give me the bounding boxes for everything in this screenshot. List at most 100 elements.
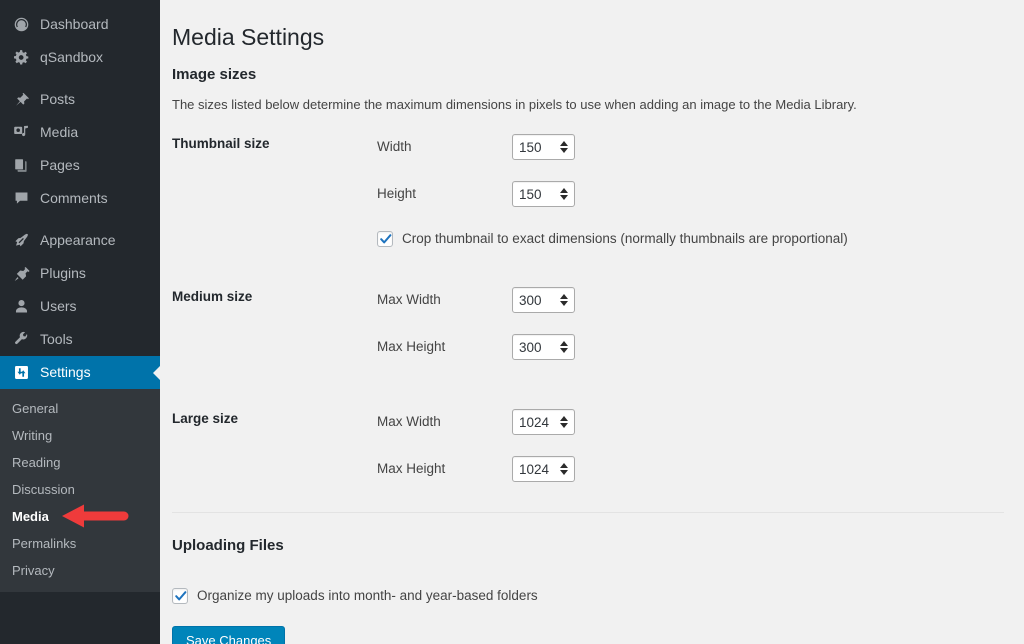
- sidebar-item-label: Comments: [40, 190, 108, 206]
- spinner-up-icon[interactable]: [560, 294, 568, 299]
- medium-max-width-spin-buttons[interactable]: [559, 288, 574, 312]
- wrench-icon: [10, 330, 32, 350]
- thumbnail-width-input[interactable]: [513, 139, 559, 155]
- sidebar-item-label: Dashboard: [40, 16, 109, 32]
- thumbnail-width-spin-buttons[interactable]: [559, 135, 574, 159]
- media-settings-content: Media Settings Image sizes The sizes lis…: [160, 0, 1024, 644]
- thumbnail-width-label: Width: [377, 139, 412, 154]
- sidebar-item-settings[interactable]: Settings: [0, 356, 160, 389]
- table-row: Medium size Max Width 300 Max Height 300: [172, 267, 1004, 379]
- section-divider: [172, 512, 1004, 513]
- medium-max-width-label: Max Width: [377, 292, 441, 307]
- sidebar-item-appearance[interactable]: Appearance: [0, 224, 160, 257]
- thumbnail-size-label: Thumbnail size: [172, 136, 270, 151]
- sidebar-item-pages[interactable]: Pages: [0, 149, 160, 182]
- large-max-width-input[interactable]: [513, 414, 559, 430]
- sidebar-item-users[interactable]: Users: [0, 290, 160, 323]
- large-max-height-label: Max Height: [377, 461, 446, 476]
- submenu-item-label: Privacy: [12, 563, 55, 578]
- crop-thumbnail-label: Crop thumbnail to exact dimensions (norm…: [402, 231, 848, 246]
- sidebar-item-tools[interactable]: Tools: [0, 323, 160, 356]
- organize-uploads-row[interactable]: Organize my uploads into month- and year…: [172, 585, 1004, 605]
- comment-bubble-icon: [10, 189, 32, 209]
- dashboard-gauge-icon: [10, 15, 32, 35]
- thumbnail-size-fields: Width Height: [377, 134, 1004, 267]
- spinner-down-icon[interactable]: [560, 195, 568, 200]
- large-size-fields: Max Width Max Height: [377, 379, 1004, 501]
- spinner-down-icon[interactable]: [560, 348, 568, 353]
- medium-max-height-spin-buttons[interactable]: [559, 335, 574, 359]
- thumbnail-height-spin-buttons[interactable]: [559, 182, 574, 206]
- spinner-down-icon[interactable]: [560, 423, 568, 428]
- submenu-item-label: Reading: [12, 455, 61, 470]
- sidebar-item-label: qSandbox: [40, 49, 104, 65]
- medium-max-height-input[interactable]: [513, 339, 559, 355]
- spinner-up-icon[interactable]: [560, 141, 568, 146]
- submenu-item-label: Permalinks: [12, 536, 77, 551]
- submenu-item-reading[interactable]: Reading: [0, 449, 160, 476]
- table-row: Thumbnail size Width 150 Height 150 Crop…: [172, 134, 1004, 267]
- sliders-icon: [10, 363, 32, 383]
- large-max-height-spin-buttons[interactable]: [559, 457, 574, 481]
- organize-uploads-checkbox[interactable]: [172, 588, 188, 604]
- sidebar-separator: [0, 215, 160, 224]
- medium-max-height-row: Max Height: [377, 334, 1004, 360]
- medium-max-height-label: Max Height: [377, 339, 446, 354]
- submenu-item-media[interactable]: Media: [0, 503, 160, 530]
- thumbnail-height-row: Height: [377, 181, 1004, 207]
- medium-max-width-row: Max Width: [377, 287, 1004, 313]
- spinner-up-icon[interactable]: [560, 416, 568, 421]
- submenu-item-privacy[interactable]: Privacy: [0, 557, 160, 584]
- sidebar-item-label: Users: [40, 298, 77, 314]
- checkmark-icon: [175, 591, 187, 601]
- large-max-width-label: Max Width: [377, 414, 441, 429]
- medium-size-fields: Max Width Max Height: [377, 267, 1004, 379]
- spinner-down-icon[interactable]: [560, 470, 568, 475]
- medium-max-width-stepper[interactable]: [512, 287, 575, 313]
- sidebar-item-media[interactable]: Media: [0, 116, 160, 149]
- paintbrush-icon: [10, 231, 32, 251]
- pushpin-icon: [10, 90, 32, 110]
- submenu-item-label: Discussion: [12, 482, 75, 497]
- thumbnail-height-stepper[interactable]: [512, 181, 575, 207]
- submenu-item-permalinks[interactable]: Permalinks: [0, 530, 160, 557]
- sidebar-item-label: Settings: [40, 364, 91, 380]
- submenu-item-label: Media: [12, 509, 49, 524]
- submenu-item-discussion[interactable]: Discussion: [0, 476, 160, 503]
- sidebar-item-dashboard[interactable]: Dashboard: [0, 8, 160, 41]
- large-max-width-stepper[interactable]: [512, 409, 575, 435]
- thumbnail-height-input[interactable]: [513, 186, 559, 202]
- submenu-item-writing[interactable]: Writing: [0, 422, 160, 449]
- spinner-up-icon[interactable]: [560, 188, 568, 193]
- submenu-item-general[interactable]: General: [0, 395, 160, 422]
- sidebar-item-label: Plugins: [40, 265, 86, 281]
- large-max-height-stepper[interactable]: [512, 456, 575, 482]
- large-max-height-input[interactable]: [513, 461, 559, 477]
- sidebar-item-label: Pages: [40, 157, 80, 173]
- submenu-item-label: General: [12, 401, 59, 416]
- pages-stack-icon: [10, 156, 32, 176]
- submenu-item-label: Writing: [12, 428, 53, 443]
- sidebar-item-qsandbox[interactable]: qSandbox: [0, 41, 160, 74]
- save-changes-button[interactable]: Save Changes: [172, 626, 286, 644]
- sidebar-item-label: Appearance: [40, 232, 116, 248]
- sidebar-item-label: Media: [40, 124, 79, 140]
- sidebar-item-posts[interactable]: Posts: [0, 83, 160, 116]
- sidebar-item-plugins[interactable]: Plugins: [0, 257, 160, 290]
- large-max-width-spin-buttons[interactable]: [559, 410, 574, 434]
- thumbnail-height-label: Height: [377, 186, 417, 201]
- large-max-width-row: Max Width: [377, 409, 1004, 435]
- thumbnail-width-row: Width: [377, 134, 1004, 160]
- wordpress-admin-screen: Dashboard qSandbox Posts Media Pages Com…: [0, 0, 1024, 644]
- medium-max-height-stepper[interactable]: [512, 334, 575, 360]
- spinner-up-icon[interactable]: [560, 341, 568, 346]
- thumbnail-width-stepper[interactable]: [512, 134, 575, 160]
- spinner-down-icon[interactable]: [560, 148, 568, 153]
- spinner-up-icon[interactable]: [560, 463, 568, 468]
- medium-max-width-input[interactable]: [513, 292, 559, 308]
- large-size-label: Large size: [172, 411, 239, 426]
- sidebar-item-comments[interactable]: Comments: [0, 182, 160, 215]
- crop-thumbnail-checkbox[interactable]: [377, 231, 393, 247]
- spinner-down-icon[interactable]: [560, 301, 568, 306]
- crop-thumbnail-row[interactable]: Crop thumbnail to exact dimensions (norm…: [377, 228, 1004, 248]
